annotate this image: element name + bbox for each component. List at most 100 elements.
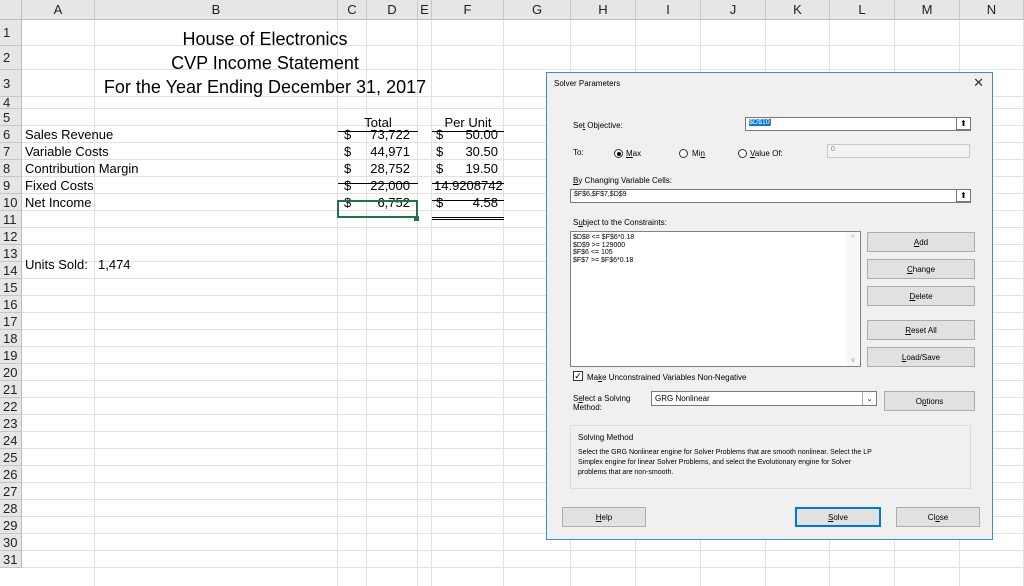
row-header-24[interactable]: 24 <box>0 432 22 449</box>
reset-all-button[interactable]: Reset All <box>867 320 975 340</box>
solving-method-text-1: Select the GRG Nonlinear engine for Solv… <box>578 449 872 456</box>
title-company: House of Electronics <box>182 29 348 49</box>
row-label: Contribution Margin <box>25 161 139 176</box>
row-header-11[interactable]: 11 <box>0 211 22 228</box>
per-unit-value: 14.9208742 <box>434 178 503 193</box>
column-header-g[interactable]: G <box>504 0 571 20</box>
options-button[interactable]: Options <box>884 391 975 411</box>
row-header-29[interactable]: 29 <box>0 517 22 534</box>
per-unit-value: 50.00 <box>465 127 498 142</box>
delete-button[interactable]: Delete <box>867 286 975 306</box>
row-header-10[interactable]: 10 <box>0 194 22 211</box>
constraints-label: Subject to the Constraints: <box>573 218 667 227</box>
row-header-16[interactable]: 16 <box>0 296 22 313</box>
total-value: 73,722 <box>370 127 410 142</box>
row-header-6[interactable]: 6 <box>0 126 22 143</box>
row-label: Net Income <box>25 195 92 210</box>
row-header-22[interactable]: 22 <box>0 398 22 415</box>
load-save-button[interactable]: Load/Save <box>867 347 975 367</box>
row-header-2[interactable]: 2 <box>0 46 22 70</box>
max-radio[interactable] <box>614 149 623 158</box>
chevron-down-icon[interactable]: ⌄ <box>862 392 876 405</box>
row-header-4[interactable]: 4 <box>0 95 22 110</box>
value-of-input[interactable]: 0 <box>827 144 970 158</box>
constraints-scrollbar[interactable]: ^ v <box>846 232 860 366</box>
row-header-13[interactable]: 13 <box>0 245 22 262</box>
row-header-28[interactable]: 28 <box>0 500 22 517</box>
row-header-26[interactable]: 26 <box>0 466 22 483</box>
row-header-3[interactable]: 3 <box>0 70 22 97</box>
row-header-20[interactable]: 20 <box>0 364 22 381</box>
column-header-n[interactable]: N <box>960 0 1024 20</box>
row-header-15[interactable]: 15 <box>0 279 22 296</box>
add-button[interactable]: Add <box>867 232 975 252</box>
column-header-j[interactable]: J <box>701 0 766 20</box>
constraints-list[interactable]: $D$8 <= $F$6*0.18 $D$9 >= 129000 $F$6 <= 1… <box>570 231 861 367</box>
column-header-c[interactable]: C <box>338 0 367 20</box>
row-label: Variable Costs <box>25 144 109 159</box>
column-header-k[interactable]: K <box>766 0 830 20</box>
select-method-label-2: Method: <box>573 403 602 412</box>
column-header-h[interactable]: H <box>571 0 636 20</box>
help-button[interactable]: Help <box>562 507 646 527</box>
select-all-corner[interactable] <box>0 0 22 20</box>
column-header-e[interactable]: E <box>418 0 432 20</box>
close-icon[interactable]: ✕ <box>973 75 984 91</box>
to-label: To: <box>573 148 584 157</box>
column-header-f[interactable]: F <box>432 0 504 20</box>
changing-cells-label: By Changing Variable Cells: <box>573 176 673 185</box>
max-label: Max <box>626 149 642 158</box>
column-header-m[interactable]: M <box>895 0 960 20</box>
change-button[interactable]: Change <box>867 259 975 279</box>
scroll-down-icon[interactable]: v <box>846 354 860 366</box>
solving-method-text-3: problems that are non-smooth. <box>578 469 674 476</box>
row-header-7[interactable]: 7 <box>0 143 22 160</box>
row-header-19[interactable]: 19 <box>0 347 22 364</box>
row-header-17[interactable]: 17 <box>0 313 22 330</box>
units-sold-label: Units Sold: <box>25 257 88 272</box>
solve-button[interactable]: Solve <box>795 507 881 527</box>
row-header-8[interactable]: 8 <box>0 160 22 177</box>
row-header-27[interactable]: 27 <box>0 483 22 500</box>
row-header-5[interactable]: 5 <box>0 109 22 126</box>
column-header-a[interactable]: A <box>22 0 95 20</box>
dialog-title: Solver Parameters <box>554 79 621 88</box>
close-button[interactable]: Close <box>896 507 980 527</box>
row-header-25[interactable]: 25 <box>0 449 22 466</box>
row-header-18[interactable]: 18 <box>0 330 22 347</box>
column-header-l[interactable]: L <box>830 0 895 20</box>
total-currency: $ <box>344 178 352 193</box>
constraint-item[interactable]: $D$8 <= $F$6*0.18 <box>571 234 860 242</box>
min-label: Min <box>692 149 705 158</box>
row-header-21[interactable]: 21 <box>0 381 22 398</box>
row-header-9[interactable]: 9 <box>0 177 22 194</box>
row-header-1[interactable]: 1 <box>0 20 22 46</box>
solving-method-select[interactable]: GRG Nonlinear ⌄ <box>651 391 877 406</box>
selected-cell-d10[interactable] <box>337 200 418 218</box>
constraint-item[interactable]: $F$7 >= $F$6*0.18 <box>571 257 860 265</box>
row-header-30[interactable]: 30 <box>0 534 22 551</box>
changing-cells-collapse-button[interactable]: ⬆ <box>956 189 971 202</box>
objective-input[interactable]: $D$10| <box>745 117 971 131</box>
non-negative-checkbox[interactable]: ✓ <box>573 371 583 381</box>
per-unit-value: 19.50 <box>465 161 498 176</box>
changing-cells-input[interactable]: $F$6,$F$7,$D$9 <box>570 189 971 203</box>
objective-collapse-button[interactable]: ⬆ <box>956 117 971 130</box>
scroll-up-icon[interactable]: ^ <box>846 232 860 244</box>
total-currency: $ <box>344 144 352 159</box>
column-header-b[interactable]: B <box>95 0 338 20</box>
min-radio[interactable] <box>679 149 688 158</box>
constraint-item[interactable]: $D$9 >= 129000 <box>571 242 860 250</box>
units-sold-value: 1,474 <box>98 257 131 272</box>
row-header-12[interactable]: 12 <box>0 228 22 245</box>
row-header-23[interactable]: 23 <box>0 415 22 432</box>
column-header-d[interactable]: D <box>367 0 418 20</box>
solving-method-heading: Solving Method <box>578 433 634 442</box>
value-of-radio[interactable] <box>738 149 747 158</box>
row-label: Sales Revenue <box>25 127 114 142</box>
column-header-i[interactable]: I <box>636 0 701 20</box>
solver-parameters-dialog: Solver Parameters ✕ Set Objective: $D$10… <box>546 72 993 540</box>
row-header-31[interactable]: 31 <box>0 551 22 568</box>
row-header-14[interactable]: 14 <box>0 262 22 279</box>
constraint-item[interactable]: $F$6 <= 105 <box>571 249 860 257</box>
